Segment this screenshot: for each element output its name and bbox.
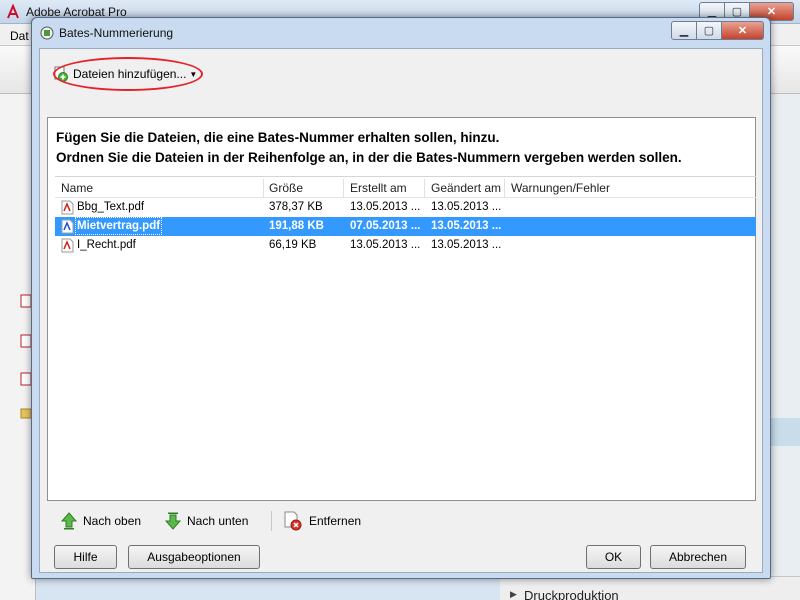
file-size: 66,19 KB: [269, 239, 317, 251]
file-modified: 13.05.2013 ...: [431, 201, 502, 213]
dialog-title: Bates-Nummerierung: [59, 26, 174, 40]
instructions-line-1: Fügen Sie die Dateien, die eine Bates-Nu…: [56, 130, 500, 145]
file-name: I_Recht.pdf: [77, 239, 136, 251]
file-created: 13.05.2013 ...: [350, 201, 421, 213]
table-row[interactable]: I_Recht.pdf 66,19 KB 13.05.2013 ... 13.0…: [55, 236, 756, 255]
instructions-text: Fügen Sie die Dateien, die eine Bates-Nu…: [56, 128, 682, 168]
column-divider[interactable]: [424, 179, 425, 197]
dialog-content: Dateien hinzufügen... ▼ Fügen Sie die Da…: [39, 48, 763, 573]
file-table: Name Größe Erstellt am Geändert am Warnu…: [55, 176, 756, 255]
arrow-down-icon: [165, 512, 181, 530]
move-up-label: Nach oben: [83, 514, 142, 528]
toolbar-separator: [271, 511, 272, 531]
acrobat-logo-icon: [7, 4, 19, 19]
arrow-up-icon: [61, 512, 77, 530]
bates-numbering-dialog: Bates-Nummerierung ▁ ▢ ✕ Dateien hinzufü…: [31, 17, 771, 579]
move-up-button[interactable]: Nach oben: [61, 510, 141, 532]
help-button[interactable]: Hilfe: [54, 545, 117, 569]
remove-label: Entfernen: [309, 514, 362, 528]
pdf-file-icon: [61, 238, 74, 253]
file-modified: 13.05.2013 ...: [431, 220, 502, 232]
dialog-titlebar[interactable]: Bates-Nummerierung ▁ ▢ ✕: [32, 18, 770, 48]
column-divider[interactable]: [263, 179, 264, 197]
file-modified: 13.05.2013 ...: [431, 239, 502, 251]
file-list-toolbar: Nach oben Nach unten Entfernen: [47, 507, 756, 535]
column-header-warnings[interactable]: Warnungen/Fehler: [511, 181, 610, 195]
instructions-line-2: Ordnen Sie die Dateien in der Reihenfolg…: [56, 150, 682, 165]
file-size: 378,37 KB: [269, 201, 323, 213]
move-down-button[interactable]: Nach unten: [165, 510, 248, 532]
file-name: Mietvertrag.pdf: [74, 217, 163, 235]
file-list-panel: Fügen Sie die Dateien, die eine Bates-Nu…: [47, 117, 756, 501]
pdf-file-icon: [61, 200, 74, 215]
add-files-label: Dateien hinzufügen...: [73, 67, 187, 81]
ok-button[interactable]: OK: [586, 545, 641, 569]
table-row-selected[interactable]: Mietvertrag.pdf 191,88 KB 07.05.2013 ...…: [55, 217, 756, 236]
table-row[interactable]: Bbg_Text.pdf 378,37 KB 13.05.2013 ... 13…: [55, 198, 756, 217]
file-name: Bbg_Text.pdf: [77, 201, 145, 213]
add-files-button[interactable]: Dateien hinzufügen... ▼: [53, 63, 197, 85]
column-divider[interactable]: [504, 179, 505, 197]
menu-item-file[interactable]: Dat: [10, 29, 29, 43]
acrobat-panel-highlight: [770, 418, 800, 446]
column-header-modified[interactable]: Geändert am: [431, 181, 501, 195]
file-created: 07.05.2013 ...: [350, 220, 421, 232]
table-header: Name Größe Erstellt am Geändert am Warnu…: [55, 176, 756, 198]
bates-dialog-icon: [40, 26, 54, 40]
column-divider[interactable]: [343, 179, 344, 197]
dialog-close-button[interactable]: ✕: [722, 21, 764, 40]
column-header-name[interactable]: Name: [61, 181, 93, 195]
acrobat-right-panel: [766, 94, 800, 600]
column-header-size[interactable]: Größe: [269, 181, 303, 195]
expand-arrow-icon[interactable]: ▶: [510, 589, 517, 600]
remove-button[interactable]: Entfernen: [283, 510, 361, 532]
dropdown-caret-icon[interactable]: ▼: [189, 70, 197, 79]
add-file-icon: [54, 66, 68, 82]
cancel-button[interactable]: Abbrechen: [650, 545, 746, 569]
pdf-file-icon: [61, 219, 74, 234]
move-down-label: Nach unten: [187, 514, 249, 528]
file-created: 13.05.2013 ...: [350, 239, 421, 251]
output-options-button[interactable]: Ausgabeoptionen: [128, 545, 260, 569]
file-size: 191,88 KB: [269, 220, 324, 232]
column-header-created[interactable]: Erstellt am: [350, 181, 407, 195]
dialog-minimize-button[interactable]: ▁: [671, 21, 697, 40]
panel-section-druckproduktion[interactable]: Druckproduktion: [524, 588, 619, 600]
dialog-maximize-button[interactable]: ▢: [697, 21, 722, 40]
remove-file-icon: [284, 511, 302, 531]
